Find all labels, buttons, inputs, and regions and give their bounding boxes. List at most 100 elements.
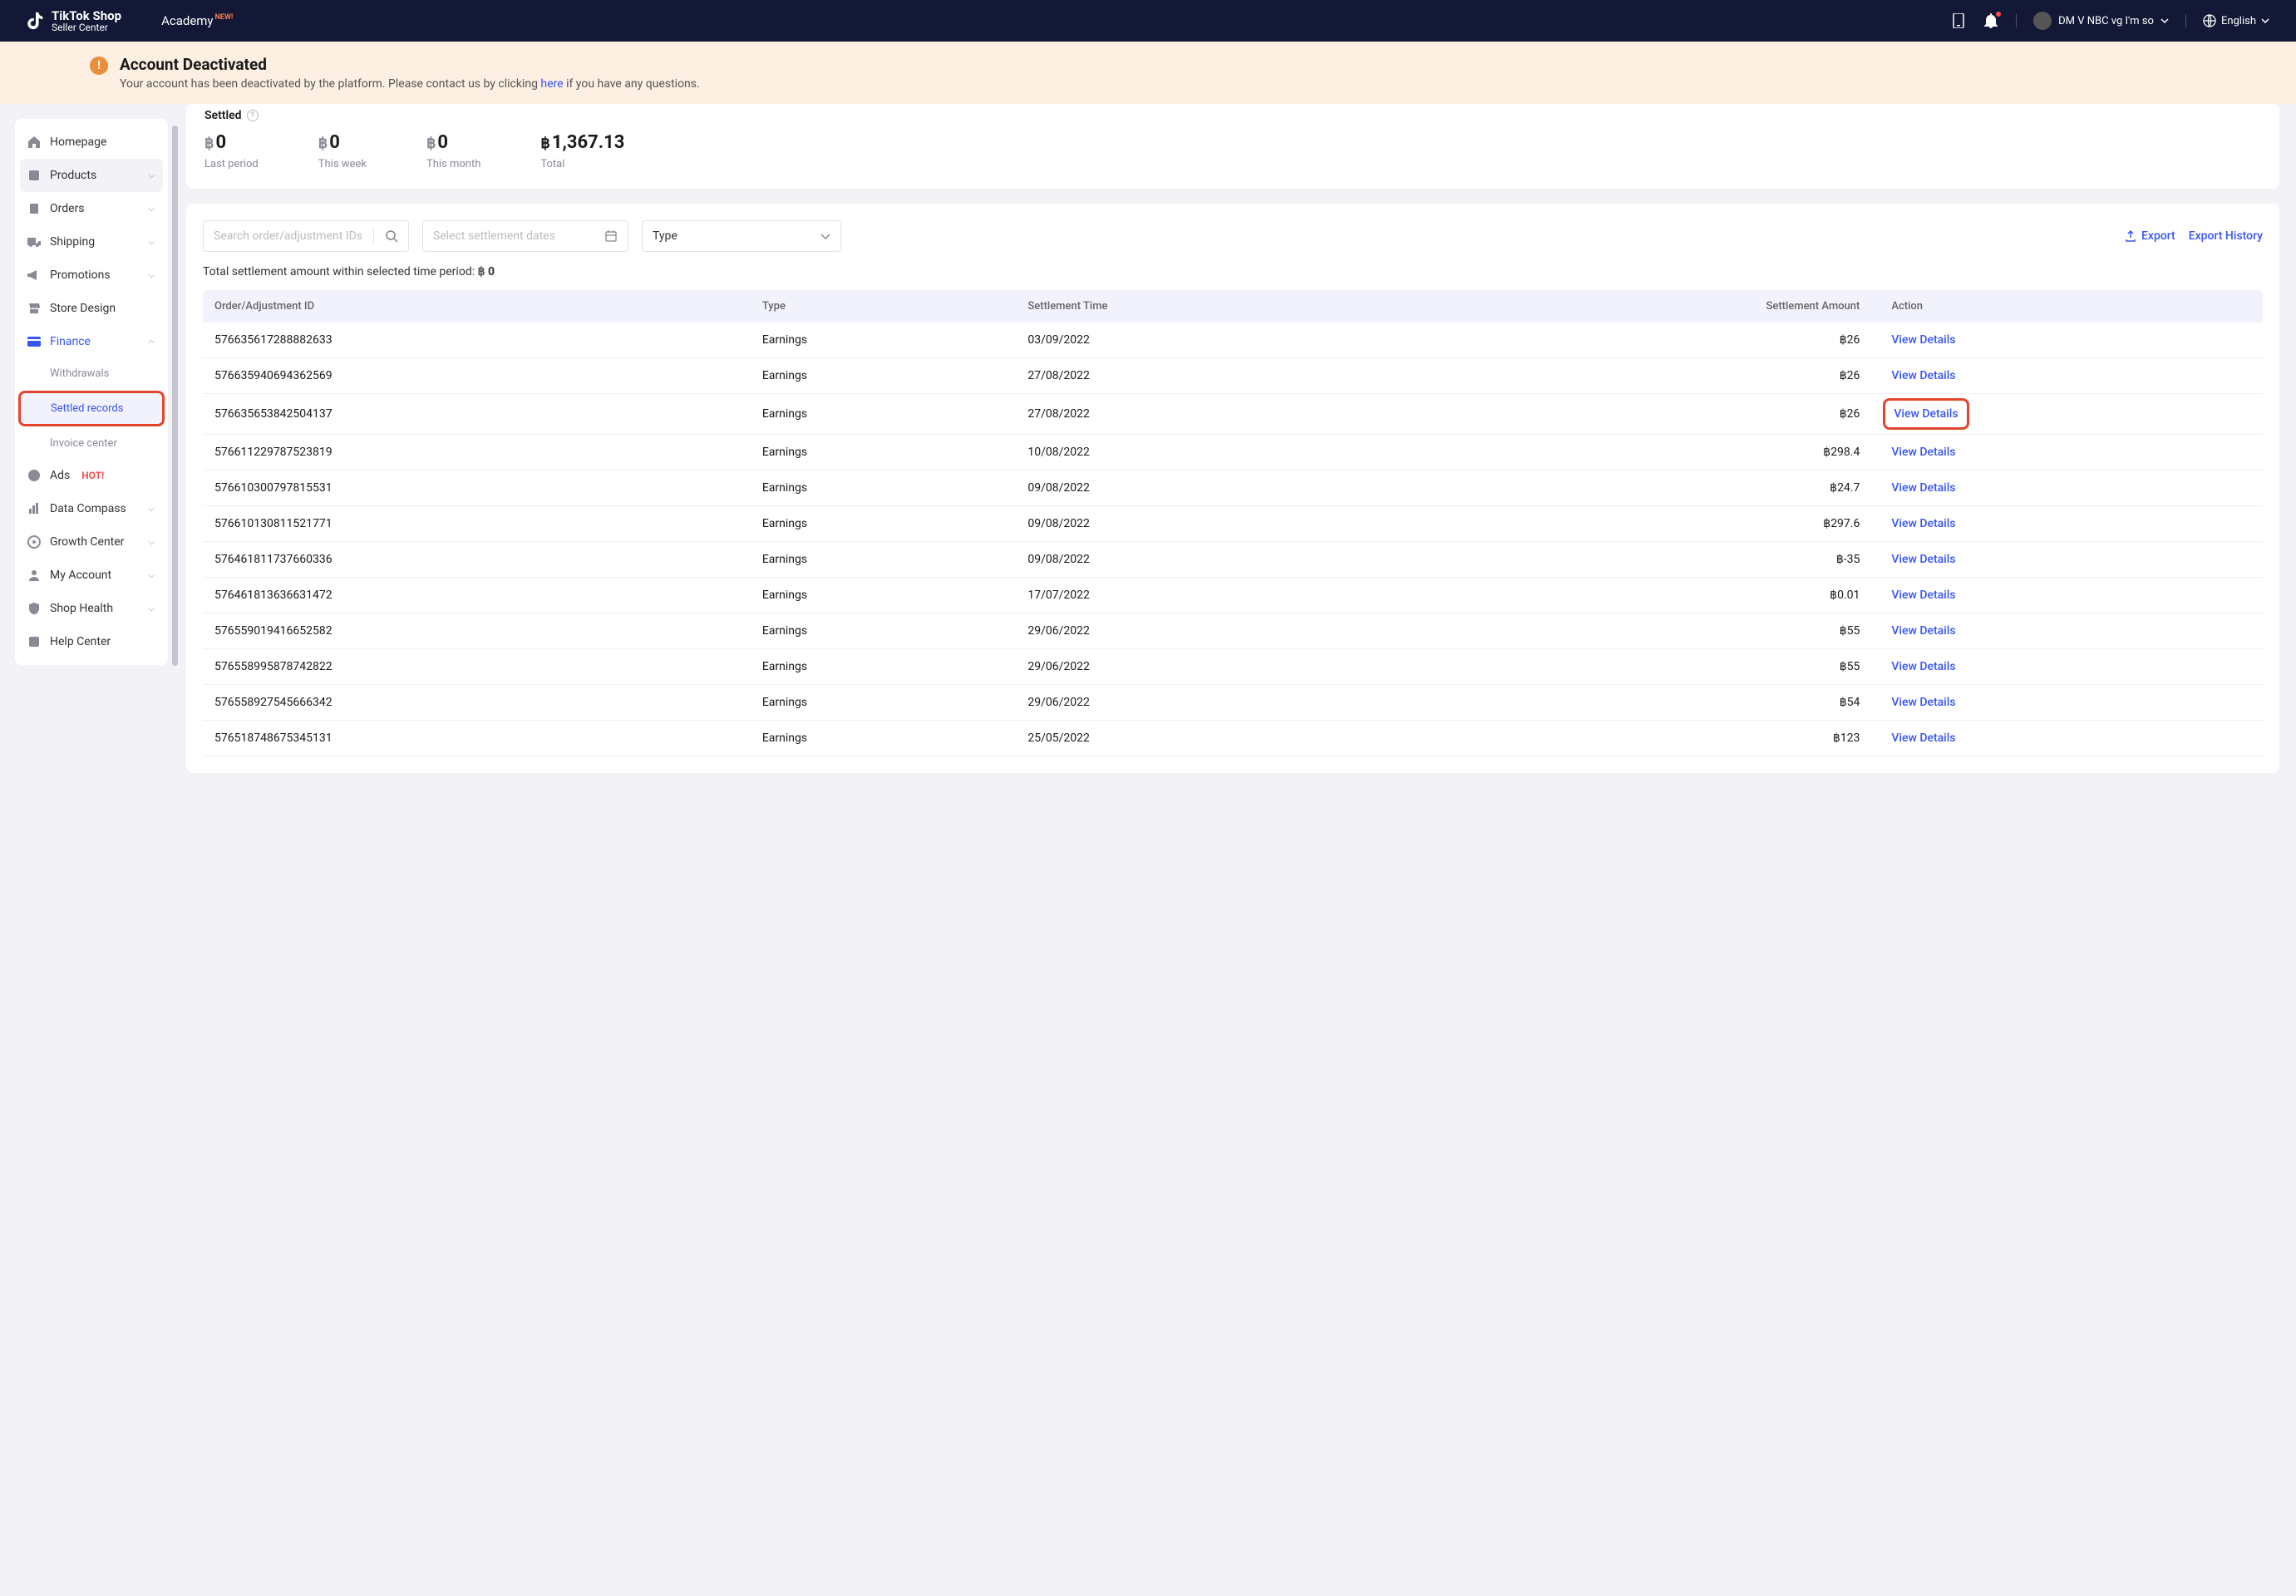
view-details-link[interactable]: View Details	[1891, 553, 1955, 566]
logo[interactable]: TikTok Shop Seller Center	[27, 10, 121, 32]
cell-action: View Details	[1871, 323, 2263, 358]
summary-card: Settled ? ฿0 Last period ฿0 This week ฿0…	[186, 104, 2279, 189]
sidebar-item-promotions[interactable]: Promotions ⌵	[20, 259, 163, 292]
sidebar: Homepage Products ⌵ Orders ⌵ Shipping ⌵ …	[15, 119, 168, 665]
table-row: 576610130811521771Earnings09/08/2022฿297…	[203, 506, 2263, 542]
export-history-link[interactable]: Export History	[2189, 229, 2263, 243]
mobile-icon[interactable]	[1953, 13, 1968, 28]
cell-time: 09/08/2022	[1016, 506, 1417, 542]
language-menu[interactable]: English	[2203, 14, 2269, 27]
sidebar-item-ads[interactable]: Ads HOT!	[20, 459, 163, 492]
sidebar-item-orders[interactable]: Orders ⌵	[20, 192, 163, 225]
table-row: 576461811737660336Earnings09/08/2022฿-35…	[203, 542, 2263, 578]
truck-icon	[27, 234, 42, 249]
view-details-link[interactable]: View Details	[1891, 732, 1955, 745]
cell-action: View Details	[1871, 649, 2263, 685]
view-details-link[interactable]: View Details	[1891, 696, 1955, 709]
cell-id: 576610300797815531	[203, 470, 751, 506]
table-row: 576611229787523819Earnings10/08/2022฿298…	[203, 435, 2263, 470]
sidebar-item-label: Help Center	[50, 635, 111, 648]
cell-action: View Details	[1871, 394, 2263, 435]
new-badge: NEW!	[215, 13, 234, 22]
table-row: 576558995878742822Earnings29/06/2022฿55V…	[203, 649, 2263, 685]
table-row: 576558927545666342Earnings29/06/2022฿54V…	[203, 685, 2263, 721]
search-input[interactable]: Search order/adjustment IDs	[203, 220, 409, 252]
sidebar-item-homepage[interactable]: Homepage	[20, 126, 163, 159]
cell-amount: ฿-35	[1417, 542, 1871, 578]
sidebar-item-help-center[interactable]: Help Center	[20, 625, 163, 658]
sidebar-item-label: My Account	[50, 569, 111, 582]
cell-id: 576559019416652582	[203, 613, 751, 649]
view-details-link[interactable]: View Details	[1891, 369, 1955, 382]
summary-total: ฿1,367.13 Total	[540, 132, 624, 170]
cell-type: Earnings	[751, 613, 1017, 649]
cell-time: 03/09/2022	[1016, 323, 1417, 358]
sidebar-sub-withdrawals[interactable]: Withdrawals	[20, 358, 163, 389]
cell-id: 576635653842504137	[203, 394, 751, 435]
alert-link[interactable]: here	[540, 77, 563, 91]
sidebar-item-store-design[interactable]: Store Design	[20, 292, 163, 325]
topbar-right: DM V NBC vg I'm so English	[1953, 12, 2269, 30]
cell-amount: ฿298.4	[1417, 435, 1871, 470]
person-icon	[27, 568, 42, 583]
sidebar-sub-settled-records[interactable]: Settled records	[21, 393, 162, 424]
export-button[interactable]: Export	[2125, 229, 2175, 243]
sidebar-item-shop-health[interactable]: Shop Health ⌵	[20, 592, 163, 625]
settlements-table: Order/Adjustment ID Type Settlement Time…	[203, 290, 2263, 756]
export-label: Export	[2141, 229, 2175, 243]
sidebar-item-shipping[interactable]: Shipping ⌵	[20, 225, 163, 259]
cell-time: 27/08/2022	[1016, 394, 1417, 435]
cell-type: Earnings	[751, 721, 1017, 756]
search-placeholder: Search order/adjustment IDs	[214, 229, 362, 243]
ad-icon	[27, 468, 42, 483]
sidebar-item-label: Homepage	[50, 135, 106, 149]
sidebar-item-growth-center[interactable]: Growth Center ⌵	[20, 525, 163, 559]
growth-icon	[27, 534, 42, 549]
orders-icon	[27, 201, 42, 216]
user-menu[interactable]: DM V NBC vg I'm so	[2033, 12, 2169, 30]
bell-icon[interactable]	[1984, 13, 1999, 28]
chevron-down-icon	[2161, 18, 2169, 23]
view-details-link[interactable]: View Details	[1891, 517, 1955, 530]
cell-type: Earnings	[751, 470, 1017, 506]
cell-amount: ฿297.6	[1417, 506, 1871, 542]
summary-head: Settled ?	[204, 109, 2261, 122]
summary-this-week: ฿0 This week	[318, 132, 367, 170]
sidebar-item-my-account[interactable]: My Account ⌵	[20, 559, 163, 592]
chevron-up-icon: ⌵	[148, 337, 155, 347]
view-details-link[interactable]: View Details	[1891, 624, 1955, 638]
view-details-link[interactable]: View Details	[1891, 589, 1955, 602]
cell-type: Earnings	[751, 685, 1017, 721]
info-icon[interactable]: ?	[247, 110, 259, 121]
date-picker[interactable]: Select settlement dates	[422, 220, 628, 252]
cell-amount: ฿54	[1417, 685, 1871, 721]
view-details-link[interactable]: View Details	[1891, 481, 1955, 495]
divider	[2016, 14, 2017, 27]
cell-time: 29/06/2022	[1016, 685, 1417, 721]
shield-icon	[27, 601, 42, 616]
academy-link[interactable]: Academy NEW!	[161, 13, 233, 28]
view-details-link[interactable]: View Details	[1891, 660, 1955, 673]
sidebar-scrollbar[interactable]	[172, 126, 178, 666]
sidebar-item-products[interactable]: Products ⌵	[20, 159, 163, 192]
sidebar-item-label: Shipping	[50, 235, 95, 249]
cell-action: View Details	[1871, 721, 2263, 756]
table-row: 576610300797815531Earnings09/08/2022฿24.…	[203, 470, 2263, 506]
sidebar-sub-invoice-center[interactable]: Invoice center	[20, 428, 163, 459]
view-details-link[interactable]: View Details	[1894, 407, 1958, 421]
sidebar-item-finance[interactable]: Finance ⌵	[20, 325, 163, 358]
view-details-link[interactable]: View Details	[1891, 446, 1955, 459]
username: DM V NBC vg I'm so	[2058, 15, 2154, 27]
controls-row: Search order/adjustment IDs Select settl…	[203, 220, 2263, 252]
table-panel: Search order/adjustment IDs Select settl…	[186, 204, 2279, 773]
cell-time: 27/08/2022	[1016, 358, 1417, 394]
warning-icon: !	[90, 57, 108, 75]
logo-text: TikTok Shop Seller Center	[52, 10, 121, 32]
type-select[interactable]: Type	[642, 220, 841, 252]
tag-icon	[27, 168, 42, 183]
cell-amount: ฿26	[1417, 323, 1871, 358]
sidebar-item-data-compass[interactable]: Data Compass ⌵	[20, 492, 163, 525]
alert-title: Account Deactivated	[120, 55, 700, 74]
view-details-link[interactable]: View Details	[1891, 333, 1955, 347]
top-bar: TikTok Shop Seller Center Academy NEW! D…	[0, 0, 2296, 42]
